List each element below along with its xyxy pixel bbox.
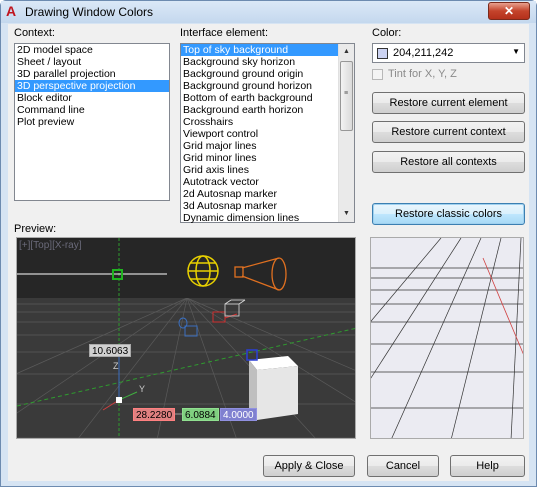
context-listbox[interactable]: 2D model space Sheet / layout 3D parallel … bbox=[14, 43, 170, 201]
coord-z-tooltip: 4.0000 bbox=[220, 408, 257, 421]
preview-label: Preview: bbox=[14, 223, 57, 235]
tint-checkbox[interactable] bbox=[372, 69, 383, 80]
context-label: Context: bbox=[14, 27, 55, 39]
dialog-window: A Drawing Window Colors ✕ Context: 2D mo… bbox=[0, 0, 537, 487]
interface-list-item[interactable]: Viewport control bbox=[181, 128, 354, 140]
interface-list-item[interactable]: Autotrack vector bbox=[181, 176, 354, 188]
interface-list-item[interactable]: Background ground origin bbox=[181, 68, 354, 80]
viewport-control-label: [+][Top][X-ray] bbox=[19, 240, 82, 251]
color-label: Color: bbox=[372, 27, 402, 39]
preview-viewport: [+][Top][X-ray] 10.6063 28.2280 6.0884 4… bbox=[16, 237, 356, 439]
autocad-logo-icon: A bbox=[6, 3, 17, 19]
interface-element-label: Interface element: bbox=[180, 27, 269, 39]
interface-element-listbox[interactable]: Top of sky background Background sky hori… bbox=[180, 43, 355, 224]
color-value: 204,211,242 bbox=[393, 47, 454, 59]
preview-side-viewport bbox=[370, 237, 524, 439]
dimension-length-tooltip: 10.6063 bbox=[89, 344, 132, 357]
z-axis-label: Z bbox=[113, 361, 119, 371]
scroll-up-arrow-icon[interactable]: ▲ bbox=[339, 44, 354, 60]
context-list-item[interactable]: Block editor bbox=[15, 92, 169, 104]
context-list-item[interactable]: 3D perspective projection bbox=[15, 80, 169, 92]
interface-list-item[interactable]: Crosshairs bbox=[181, 116, 354, 128]
crosshair-pickbox bbox=[116, 397, 122, 403]
chevron-down-icon: ▼ bbox=[512, 47, 520, 56]
tint-label: Tint for X, Y, Z bbox=[388, 68, 457, 80]
help-button[interactable]: Help bbox=[450, 455, 525, 477]
grip-icon: ≡ bbox=[344, 90, 349, 97]
scroll-thumb[interactable]: ≡ bbox=[340, 61, 353, 131]
apply-close-button[interactable]: Apply & Close bbox=[263, 455, 355, 477]
coord-x-tooltip: 28.2280 bbox=[133, 408, 176, 421]
interface-list-item[interactable]: Background earth horizon bbox=[181, 104, 354, 116]
context-list-item[interactable]: 2D model space bbox=[15, 44, 169, 56]
interface-list-item[interactable]: Top of sky background bbox=[181, 44, 354, 56]
y-axis-label: Y bbox=[139, 384, 146, 394]
interface-list-items: Top of sky background Background sky hori… bbox=[181, 44, 354, 224]
interface-list-item[interactable]: Dynamic dimension lines bbox=[181, 212, 354, 224]
interface-list-item[interactable]: Grid major lines bbox=[181, 140, 354, 152]
interface-list-item[interactable]: Grid minor lines bbox=[181, 152, 354, 164]
interface-list-item[interactable]: Background ground horizon bbox=[181, 80, 354, 92]
restore-all-contexts-button[interactable]: Restore all contexts bbox=[372, 151, 525, 173]
color-swatch bbox=[377, 48, 388, 59]
interface-list-item[interactable]: Background sky horizon bbox=[181, 56, 354, 68]
interface-list-item[interactable]: Grid axis lines bbox=[181, 164, 354, 176]
interface-list-item[interactable]: 3d Autosnap marker bbox=[181, 200, 354, 212]
side-grid-scene bbox=[371, 238, 523, 438]
interface-list-item[interactable]: Bottom of earth background bbox=[181, 92, 354, 104]
cancel-button[interactable]: Cancel bbox=[367, 455, 439, 477]
context-list-item[interactable]: Sheet / layout bbox=[15, 56, 169, 68]
context-list-item[interactable]: Plot preview bbox=[15, 116, 169, 128]
coord-y-tooltip: 6.0884 bbox=[182, 408, 219, 421]
interface-list-item[interactable]: 2d Autosnap marker bbox=[181, 188, 354, 200]
dialog-client: Context: 2D model space Sheet / layout 3D … bbox=[8, 24, 529, 481]
context-list-item[interactable]: Command line bbox=[15, 104, 169, 116]
context-list-item[interactable]: 3D parallel projection bbox=[15, 68, 169, 80]
close-button[interactable]: ✕ bbox=[488, 2, 530, 20]
window-title: Drawing Window Colors bbox=[25, 5, 154, 19]
restore-classic-colors-button[interactable]: Restore classic colors bbox=[372, 203, 525, 225]
scroll-down-arrow-icon[interactable]: ▼ bbox=[339, 206, 354, 222]
restore-current-element-button[interactable]: Restore current element bbox=[372, 92, 525, 114]
interface-scrollbar[interactable]: ▲ ≡ ▼ bbox=[338, 44, 354, 222]
title-bar: A Drawing Window Colors ✕ bbox=[1, 1, 536, 23]
context-list-items: 2D model space Sheet / layout 3D parallel … bbox=[15, 44, 169, 128]
color-dropdown[interactable]: 204,211,242 ▼ bbox=[372, 43, 525, 63]
restore-current-context-button[interactable]: Restore current context bbox=[372, 121, 525, 143]
